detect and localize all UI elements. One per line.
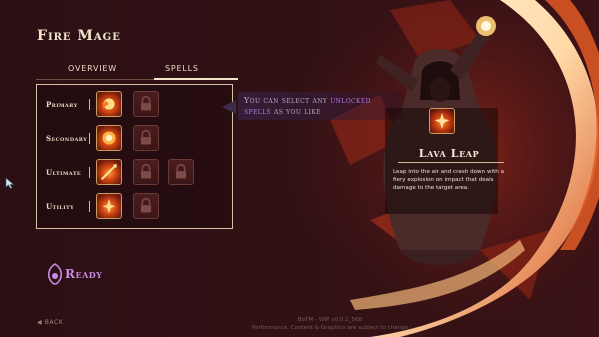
fireball-icon — [102, 98, 115, 110]
disclaimer: Performance, Content & Graphics are subj… — [251, 325, 409, 331]
hint-highlight: unlocked — [330, 96, 371, 105]
tab-spells[interactable]: SPELLS — [165, 64, 199, 73]
spell-slot-locked[interactable] — [133, 193, 159, 219]
hint-text: You can select any unlocked spells as yo… — [244, 95, 404, 117]
back-label: BACK — [44, 319, 64, 326]
padlock-icon — [140, 197, 152, 213]
spell-slot-selected[interactable] — [96, 125, 122, 151]
fire-burst-icon — [102, 131, 116, 145]
lava-leap-icon — [102, 198, 116, 214]
spell-row-secondary: Secondary — [37, 125, 234, 153]
padlock-icon — [175, 163, 187, 179]
spell-row-primary: Primary — [37, 91, 234, 119]
spell-slot-locked[interactable] — [168, 159, 194, 185]
padlock-icon — [140, 129, 152, 145]
row-separator — [89, 133, 90, 144]
hint-text-part: as you like — [271, 107, 322, 116]
row-separator — [89, 201, 90, 212]
row-label: Ultimate — [46, 168, 82, 177]
pointer-cursor-icon — [5, 177, 15, 189]
spell-row-ultimate: Ultimate — [37, 159, 234, 187]
tab-overview[interactable]: OVERVIEW — [68, 64, 117, 73]
hint-text-part: You can select any — [244, 96, 331, 105]
fire-spear-icon — [100, 163, 118, 181]
page-title: Fire Mage — [37, 28, 121, 44]
spell-loadout-panel: Primary Secondary Ultimate Utility — [36, 84, 233, 229]
spell-name: Lava Leap — [418, 147, 480, 160]
padlock-icon — [140, 163, 152, 179]
lava-leap-icon — [429, 108, 455, 134]
build-version: BoTM - WIP v0.0.1_568 — [297, 317, 363, 323]
row-label: Primary — [46, 100, 78, 109]
row-separator — [89, 167, 90, 178]
row-separator — [89, 99, 90, 110]
spell-slot-selected[interactable] — [96, 91, 122, 117]
spell-slot-selected[interactable] — [96, 193, 122, 219]
row-label: Secondary — [46, 134, 88, 143]
tab-active-indicator — [154, 78, 238, 80]
callout-arrow — [222, 100, 236, 114]
tab-bar: OVERVIEW SPELLS — [36, 64, 238, 80]
spell-row-utility: Utility — [37, 193, 234, 221]
spell-name-underline — [398, 162, 504, 163]
class-emblem-icon — [47, 263, 63, 285]
padlock-icon — [140, 95, 152, 111]
spell-description: Leap into the air and crash down with a … — [393, 169, 505, 191]
row-label: Utility — [46, 202, 75, 211]
spell-slot-locked[interactable] — [133, 91, 159, 117]
spell-slot-selected[interactable] — [96, 159, 122, 185]
spell-slot-locked[interactable] — [133, 159, 159, 185]
hint-highlight: spells — [244, 107, 272, 116]
back-button[interactable]: ◀ BACK — [37, 319, 63, 326]
spell-slot-locked[interactable] — [133, 125, 159, 151]
ready-label: Ready — [65, 267, 103, 281]
